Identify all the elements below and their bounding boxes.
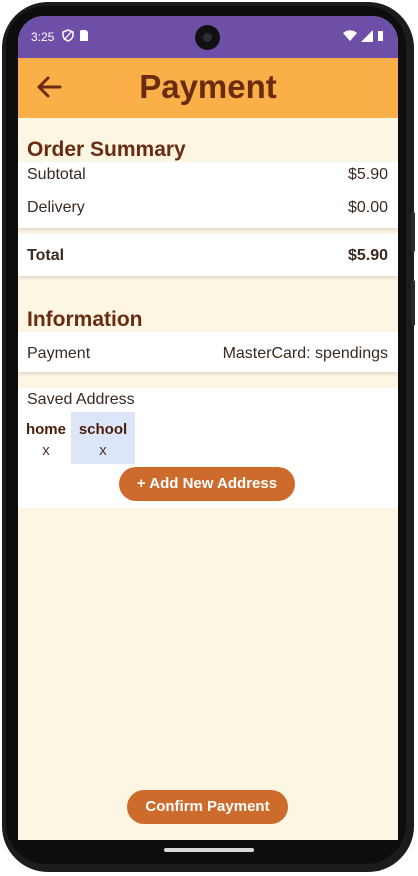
payment-card[interactable]: Payment MasterCard: spendings <box>18 332 398 372</box>
payment-method-value: MasterCard: spendings <box>222 345 388 362</box>
subtotal-row: Subtotal $5.90 <box>27 166 388 184</box>
app-bar: Payment <box>18 58 398 118</box>
payment-label: Payment <box>27 345 91 362</box>
information-title: Information <box>27 308 143 331</box>
address-name: home <box>25 421 66 438</box>
remove-address-button[interactable]: x <box>71 442 135 459</box>
address-chip-home[interactable]: home x <box>21 412 71 464</box>
summary-card: Subtotal $5.90 Delivery $0.00 <box>18 162 398 228</box>
delivery-label: Delivery <box>27 199 85 216</box>
gesture-nav-bar[interactable] <box>164 848 254 852</box>
total-label: Total <box>27 247 65 264</box>
wifi-icon <box>343 29 357 47</box>
power-button <box>411 212 415 252</box>
status-bar: 3:25 <box>18 16 398 58</box>
total-card: Total $5.90 <box>18 234 398 276</box>
confirm-payment-button[interactable]: Confirm Payment <box>127 790 288 824</box>
status-time: 3:25 <box>31 30 55 44</box>
battery-icon <box>377 29 384 47</box>
payment-row: Payment MasterCard: spendings <box>27 345 388 363</box>
saved-address-row: Saved Address <box>27 391 388 409</box>
sim-icon <box>79 29 89 47</box>
subtotal-value: $5.90 <box>347 166 388 183</box>
order-summary-title: Order Summary <box>27 138 186 161</box>
total-row: Total $5.90 <box>27 247 388 265</box>
front-camera <box>195 25 220 50</box>
total-value: $5.90 <box>347 247 388 264</box>
app-screen: 3:25 Payment Order Summary Subtotal $5.9… <box>18 16 398 840</box>
address-chip-school[interactable]: school x <box>71 412 135 464</box>
subtotal-label: Subtotal <box>27 166 86 183</box>
shield-icon <box>62 29 74 47</box>
remove-address-button[interactable]: x <box>21 442 71 459</box>
delivery-value: $0.00 <box>347 199 388 216</box>
add-address-button[interactable]: + Add New Address <box>119 467 295 501</box>
page-title: Payment <box>139 68 277 105</box>
volume-button <box>411 280 415 326</box>
delivery-row: Delivery $0.00 <box>27 199 388 217</box>
address-name: school <box>78 421 128 438</box>
saved-address-label: Saved Address <box>27 391 135 408</box>
signal-icon <box>361 29 373 47</box>
